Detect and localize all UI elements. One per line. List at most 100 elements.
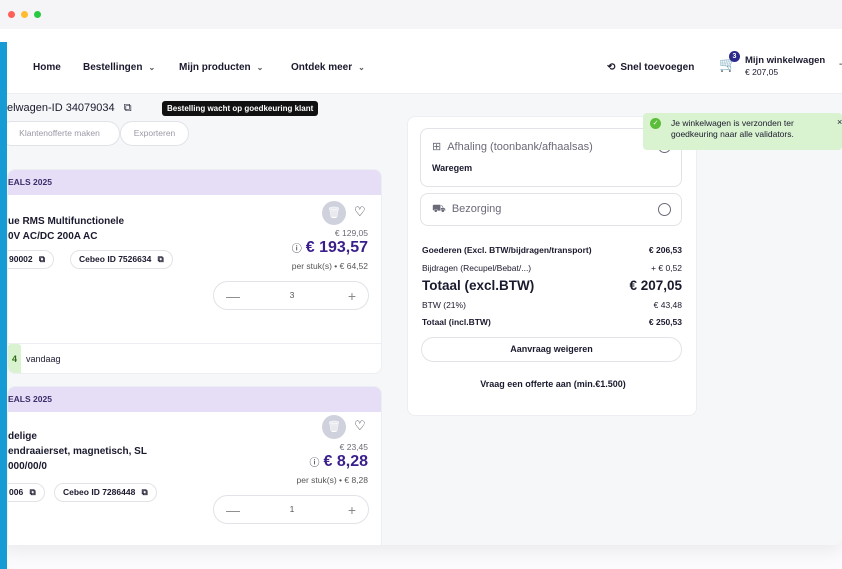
increment-button[interactable]: + [348,288,356,304]
close-icon[interactable]: × [837,117,842,127]
quick-add-label: Snel toevoegen [620,62,695,73]
main-content: elwagen-ID 34079034 ⧉ Bestelling wacht o… [0,94,842,545]
cebeo-id-chip[interactable]: Cebeo ID 7526634 ⧉ [70,250,173,269]
store-icon: ⊞ [432,141,442,153]
stock-text: vandaag [26,354,61,364]
product-code: 006 [9,487,24,497]
price: ⓘ € 8,28 [310,453,368,471]
success-toast: ✓ Je winkelwagen is verzonden ter goedke… [643,113,842,150]
maximize-window-dot[interactable] [34,11,41,18]
cebeo-id-chip[interactable]: Cebeo ID 7286448 ⧉ [54,483,157,502]
reject-request-button[interactable]: Aanvraag weigeren [421,337,682,362]
goods-value: € 206,53 [648,245,682,255]
stock-row: 4 vandaag [8,343,381,373]
status-badge: Bestelling wacht op goedkeuring klant [162,101,319,116]
vat-value: € 43,48 [653,300,682,310]
cart-button[interactable]: 🛒 3 [719,51,740,73]
trash-icon[interactable]: 🗑 [322,201,346,225]
chevron-down-icon: ⌄ [148,63,156,72]
contrib-label: Bijdragen (Recupel/Bebat/...) [422,263,532,273]
total-incl-value: € 250,53 [648,317,682,327]
app-window: Home Bestellingen ⌄ Mijn producten ⌄ Ontde… [0,0,842,545]
history-icon: ⟲ [607,62,616,73]
unit-price: per stuk(s) • € 8,28 [296,475,368,485]
chevron-down-icon: ⌄ [358,63,365,72]
cart-id: elwagen-ID 34079034 ⧉ [7,102,132,115]
vat-label: BTW (21%) [422,300,466,310]
cart-label[interactable]: Mijn winkelwagen [745,55,825,66]
old-price: € 129,05 [334,228,368,238]
product-name-line3[interactable]: 000/00/0 [8,461,47,472]
heart-icon[interactable]: ♡ [354,204,366,220]
unit-price: per stuk(s) • € 64,52 [291,261,368,271]
cebeo-id: Cebeo ID 7286448 [63,487,136,497]
product-card: EALS 2025 delige endraaierset, magnetisc… [7,386,382,545]
trash-icon[interactable]: 🗑 [322,415,346,439]
product-card: EALS 2025 ue RMS Multifunctionele 0V AC/… [7,169,382,374]
total-excl-label: Totaal (excl.BTW) [422,278,535,293]
delivery-radio[interactable] [658,203,671,216]
delivery-option[interactable]: ⛟ Bezorging [420,193,682,226]
product-code-chip[interactable]: 006 ⧉ [8,483,45,502]
nav-my-products[interactable]: Mijn producten ⌄ [179,62,263,73]
price-value: € 8,28 [323,453,368,470]
request-quote-link[interactable]: Vraag een offerte aan (min.€1.500) [408,379,698,389]
copy-icon: ⧉ [157,254,164,264]
product-code-chip[interactable]: 90002 ⧉ [8,250,55,269]
nav-orders-label: Bestellingen [83,62,143,73]
left-accent-bar [0,42,7,569]
group-header: EALS 2025 [8,387,381,412]
delivery-label: Bezorging [451,203,502,215]
top-nav: Home Bestellingen ⌄ Mijn producten ⌄ Ontde… [7,42,842,94]
cebeo-id: Cebeo ID 7526634 [79,254,152,264]
cart-icon: 🛒 3 [719,51,740,73]
info-icon[interactable]: ⓘ [310,458,320,469]
order-summary-panel: ⊞ Afhaling (toonbank/afhaalsas) Waregem ⛟… [407,116,697,416]
copy-icon: ⧉ [141,487,148,497]
heart-icon[interactable]: ♡ [354,418,366,434]
window-titlebar [0,0,842,29]
quantity-stepper: — 1 + [213,495,369,524]
nav-home[interactable]: Home [33,62,61,73]
delivery-option-label: ⛟ Bezorging [432,203,501,217]
nav-orders[interactable]: Bestellingen ⌄ [83,62,155,73]
quantity-value[interactable]: 1 [214,504,370,514]
nav-discover-label: Ontdek meer [291,62,353,73]
nav-discover[interactable]: Ontdek meer ⌄ [291,62,365,73]
export-button[interactable]: Exporteren [120,121,189,146]
product-name-line2[interactable]: 0V AC/DC 200A AC [8,231,97,242]
cart-total: € 207,05 [745,67,779,77]
copy-icon: ⧉ [29,487,36,497]
contrib-value: + € 0,52 [651,263,682,273]
check-icon: ✓ [650,118,661,129]
product-name-line1[interactable]: ue RMS Multifunctionele [8,216,124,227]
minimize-window-dot[interactable] [21,11,28,18]
cart-count-badge: 3 [729,51,740,62]
copy-icon[interactable]: ⧉ [124,102,132,115]
total-excl-value: € 207,05 [629,278,682,293]
customer-quote-button[interactable]: Klantenofferte maken [0,121,120,146]
product-name-line1[interactable]: delige [8,431,37,442]
truck-icon: ⛟ [432,203,446,215]
goods-label: Goederen (Excl. BTW/bijdragen/transport) [422,245,592,255]
quantity-value[interactable]: 3 [214,290,370,300]
product-name-line2[interactable]: endraaierset, magnetisch, SL [8,446,147,457]
pickup-location: Waregem [432,163,473,173]
nav-my-products-label: Mijn producten [179,62,251,73]
cart-id-text: elwagen-ID 34079034 [7,102,115,114]
pickup-label: Afhaling (toonbank/afhaalsas) [447,141,593,153]
group-header: EALS 2025 [8,170,381,195]
old-price: € 23,45 [339,442,368,452]
pickup-option-label: ⊞ Afhaling (toonbank/afhaalsas) [432,140,593,153]
info-icon[interactable]: ⓘ [292,244,302,255]
price-value: € 193,57 [305,239,368,256]
page-backdrop: Home Bestellingen ⌄ Mijn producten ⌄ Ontde… [0,0,842,569]
close-window-dot[interactable] [8,11,15,18]
copy-icon: ⧉ [39,254,46,264]
quick-add-button[interactable]: ⟲ Snel toevoegen [607,62,694,73]
toast-message: Je winkelwagen is verzonden ter goedkeur… [671,118,794,139]
chevron-down-icon: ⌄ [256,63,264,72]
increment-button[interactable]: + [348,502,356,518]
quantity-stepper: — 3 + [213,281,369,310]
price: ⓘ € 193,57 [292,239,368,257]
